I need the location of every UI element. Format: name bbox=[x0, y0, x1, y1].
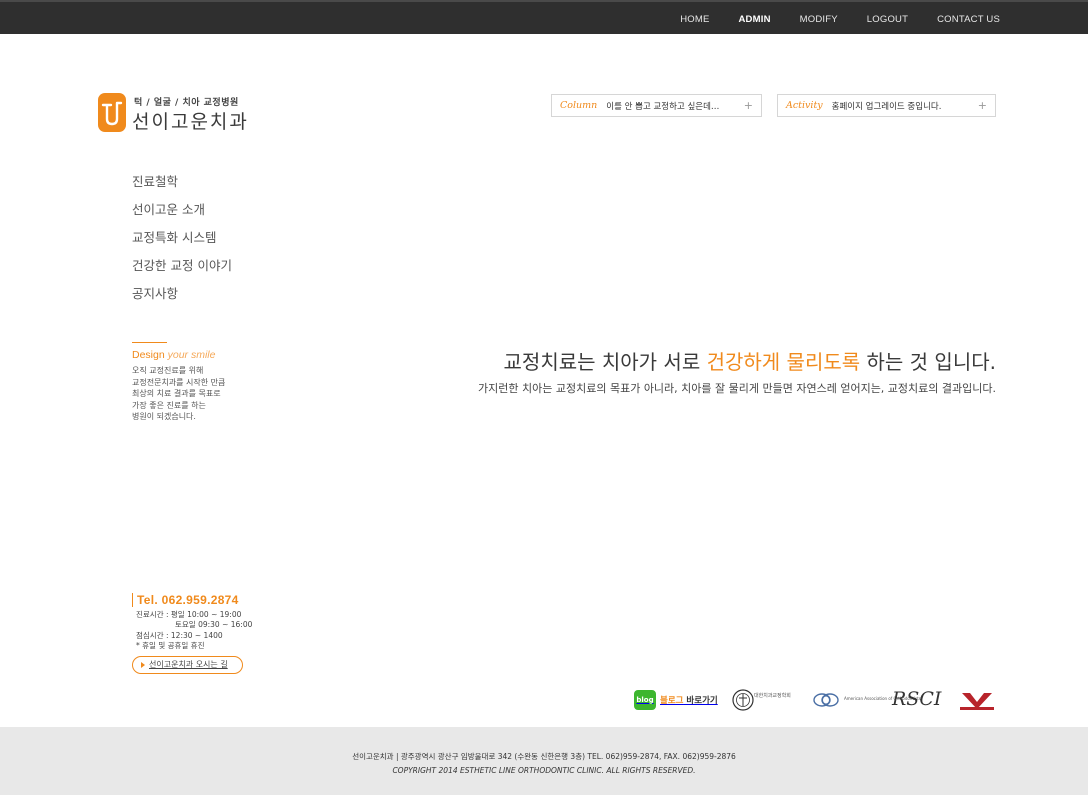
footer-address: 선이고운치과 | 광주광역시 광산구 임방울대로 342 (수완동 신한은행 3… bbox=[352, 752, 736, 761]
partner-logos: blog 블로그 바로가기 대한치과교정학회 American Associat… bbox=[634, 688, 996, 714]
nav-modify-link[interactable]: MODIFY bbox=[800, 14, 838, 25]
design-line: 오직 교정진료를 위해 bbox=[132, 366, 204, 375]
design-title-b: your smile bbox=[167, 349, 216, 361]
activity-label: Activity bbox=[786, 100, 823, 111]
page-footer: 선이고운치과 | 광주광역시 광산구 임방울대로 342 (수완동 신한은행 3… bbox=[0, 727, 1088, 795]
headline-highlight: 건강하게 물리도록 bbox=[706, 350, 861, 374]
plus-icon[interactable]: + bbox=[978, 99, 987, 112]
sidemenu-item-notice[interactable]: 공지사항 bbox=[132, 285, 232, 313]
nav-logout-link[interactable]: LOGOUT bbox=[867, 14, 908, 25]
aao-logo-icon[interactable] bbox=[812, 689, 844, 711]
headline-before: 교정치료는 치아가 서로 bbox=[503, 350, 707, 374]
design-title-a: Design bbox=[132, 349, 165, 361]
nav-admin-link[interactable]: ADMIN bbox=[739, 14, 771, 25]
logo-mark-icon bbox=[98, 93, 126, 132]
sidemenu-item-philosophy[interactable]: 진료철학 bbox=[132, 173, 232, 201]
contact-info: Tel. 062.959.2874 진료시간 : 평일 10:00 ~ 19:0… bbox=[132, 593, 252, 651]
blog-icon: blog bbox=[634, 690, 656, 710]
hours-lunch: 점심시간 : 12:30 ~ 1400 bbox=[136, 630, 223, 640]
footer-copyright: COPYRIGHT 2014 ESTHETIC LINE ORTHODONTIC… bbox=[392, 766, 696, 775]
column-ticker[interactable]: Column 이를 안 뽑고 교정하고 싶은데… + bbox=[551, 94, 762, 117]
headline-after: 하는 것 입니다. bbox=[860, 350, 997, 374]
sidemenu-item-about[interactable]: 선이고운 소개 bbox=[132, 201, 232, 229]
design-line: 가장 좋은 진료를 하는 bbox=[132, 400, 206, 410]
hours-weekday: 진료시간 : 평일 10:00 ~ 19:00 bbox=[136, 610, 242, 619]
nav-home-link[interactable]: HOME bbox=[680, 14, 709, 25]
column-text[interactable]: 이를 안 뽑고 교정하고 싶은데… bbox=[606, 100, 719, 112]
top-nav: HOME ADMIN MODIFY LOGOUT CONTACT US bbox=[680, 2, 1000, 36]
design-line: 병원이 되겠습니다. bbox=[132, 412, 196, 421]
design-your-smile: Design your smile 오직 교정진료를 위해 교정전문치과를 시작… bbox=[132, 342, 272, 423]
kao-logo-text: 대한치과교정학회 bbox=[754, 693, 791, 699]
blog-link[interactable]: blog 블로그 바로가기 bbox=[634, 690, 718, 710]
nav-contact-link[interactable]: CONTACT US bbox=[937, 14, 1000, 25]
activity-text[interactable]: 홈페이지 업그레이드 중입니다. bbox=[832, 100, 942, 112]
side-menu: 진료철학 선이고운 소개 교정특화 시스템 건강한 교정 이야기 공지사항 bbox=[132, 173, 232, 313]
directions-button[interactable]: 선이고운치과 오시는 길 bbox=[132, 656, 243, 674]
sidemenu-item-stories[interactable]: 건강한 교정 이야기 bbox=[132, 257, 232, 285]
office-hours: 진료시간 : 평일 10:00 ~ 19:00 토요일 09:30 ~ 16:0… bbox=[132, 610, 252, 651]
blog-label: 블로그 바로가기 bbox=[660, 694, 718, 706]
kao-seal-icon[interactable] bbox=[732, 688, 754, 712]
design-line: 최상의 치료 결과를 목표로 bbox=[132, 389, 221, 398]
column-label: Column bbox=[560, 100, 598, 111]
rsci-logo[interactable]: RSCI bbox=[892, 688, 941, 710]
activity-ticker[interactable]: Activity 홈페이지 업그레이드 중입니다. + bbox=[777, 94, 996, 117]
hours-closed: * 휴일 및 공휴일 휴진 bbox=[136, 640, 205, 650]
sidemenu-item-system[interactable]: 교정특화 시스템 bbox=[132, 229, 232, 257]
top-nav-bar: HOME ADMIN MODIFY LOGOUT CONTACT US bbox=[0, 0, 1088, 34]
blog-label-a: 블로그 bbox=[660, 696, 684, 706]
clinic-logo[interactable]: 턱 / 얼굴 / 치아 교정병원 선이고운치과 bbox=[98, 92, 258, 134]
design-line: 교정전문치과를 시작한 만큼 bbox=[132, 377, 226, 387]
phone-number: Tel. 062.959.2874 bbox=[132, 593, 252, 607]
blog-label-b: 바로가기 bbox=[683, 696, 718, 706]
plus-icon[interactable]: + bbox=[744, 99, 753, 112]
logo-name: 선이고운치과 bbox=[132, 111, 249, 133]
design-title: Design your smile bbox=[132, 349, 272, 361]
main-subheadline: 가지런한 치아는 교정치료의 목표가 아니라, 치아를 잘 물리게 만들면 자연… bbox=[478, 382, 996, 395]
directions-label: 선이고운치과 오시는 길 bbox=[149, 660, 228, 669]
red-emblem-icon[interactable] bbox=[958, 690, 996, 712]
arrow-right-icon bbox=[141, 662, 145, 668]
design-body: 오직 교정진료를 위해 교정전문치과를 시작한 만큼 최상의 치료 결과를 목표… bbox=[132, 365, 272, 423]
hours-saturday: 토요일 09:30 ~ 16:00 bbox=[175, 620, 253, 630]
main-headline: 교정치료는 치아가 서로 건강하게 물리도록 하는 것 입니다. bbox=[504, 346, 996, 375]
divider bbox=[132, 342, 167, 343]
